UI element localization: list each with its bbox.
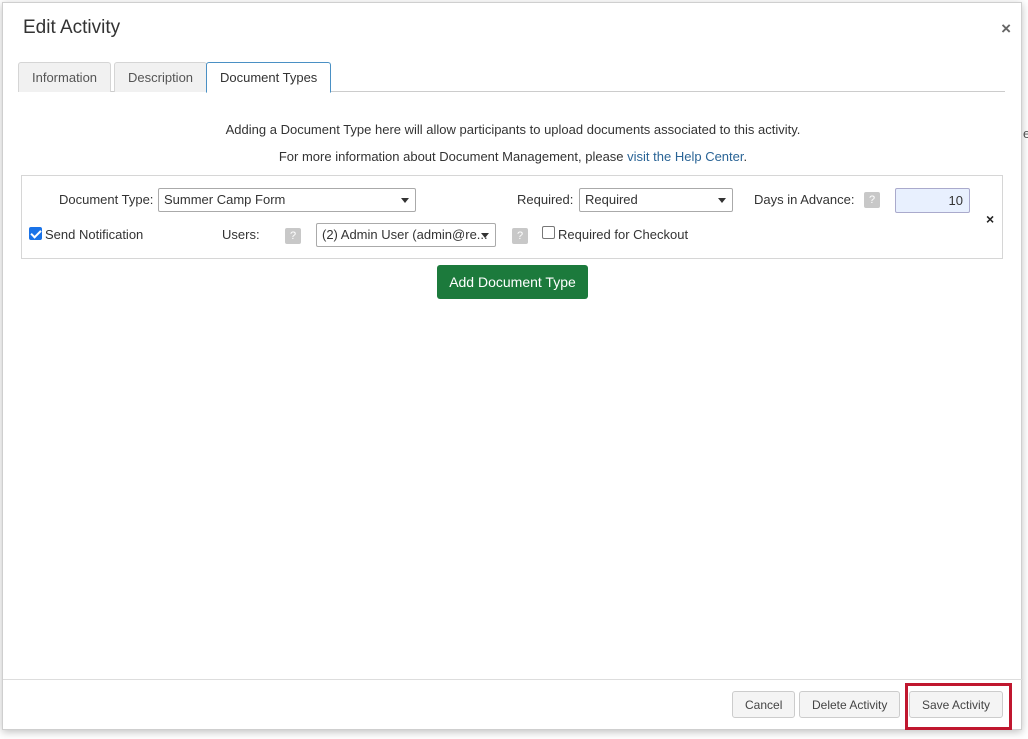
question-mark-icon[interactable]: ? — [864, 192, 880, 208]
document-type-value: Summer Camp Form — [164, 192, 286, 207]
cancel-button[interactable]: Cancel — [732, 691, 796, 718]
send-notification-checkbox[interactable] — [29, 227, 42, 240]
info-text: Adding a Document Type here will allow p… — [225, 122, 801, 137]
help-center-text: For more information about Document Mana… — [3, 149, 1023, 164]
users-select[interactable]: (2) Admin User (admin@re... — [316, 223, 496, 247]
days-in-advance-label: Days in Advance: — [754, 192, 855, 207]
chevron-down-icon — [718, 198, 726, 203]
chevron-down-icon — [481, 233, 489, 238]
send-notification-label[interactable]: Send Notification — [45, 227, 143, 242]
delete-activity-button[interactable]: Delete Activity — [799, 691, 901, 718]
add-document-type-button[interactable]: Add Document Type — [437, 265, 588, 299]
document-type-label: Document Type: — [59, 192, 154, 207]
remove-row-icon[interactable]: × — [986, 211, 994, 227]
users-value: (2) Admin User (admin@re... — [322, 227, 488, 242]
tab-document-types[interactable]: Document Types — [206, 62, 332, 93]
days-in-advance-input[interactable] — [895, 188, 970, 213]
help-center-prefix: For more information about Document Mana… — [278, 149, 628, 164]
help-center-link[interactable]: visit the Help Center — [627, 149, 743, 164]
help-center-suffix: . — [743, 149, 748, 164]
users-label: Users: — [222, 227, 260, 242]
required-value: Required — [585, 192, 638, 207]
required-for-checkout-checkbox[interactable] — [542, 226, 555, 239]
question-mark-icon[interactable]: ? — [285, 228, 301, 244]
tab-information[interactable]: Information — [18, 62, 112, 92]
edge-text-fragment: e — [1023, 126, 1028, 141]
tab-description[interactable]: Description — [114, 62, 208, 92]
required-for-checkout-label[interactable]: Required for Checkout — [558, 227, 688, 242]
document-type-select[interactable]: Summer Camp Form — [158, 188, 416, 212]
document-type-row: Document Type: Summer Camp Form Required… — [21, 175, 1003, 259]
edit-activity-modal: Edit Activity × Information Description … — [2, 2, 1023, 730]
close-icon[interactable]: × — [1001, 19, 1011, 39]
footer-divider — [3, 679, 1023, 680]
save-button-highlight — [905, 683, 1012, 730]
required-select[interactable]: Required — [579, 188, 733, 212]
required-label: Required: — [517, 192, 574, 207]
question-mark-icon[interactable]: ? — [512, 228, 528, 244]
chevron-down-icon — [401, 198, 409, 203]
modal-title: Edit Activity — [23, 17, 121, 38]
tab-bar: Information Description Document Types — [18, 62, 1005, 93]
